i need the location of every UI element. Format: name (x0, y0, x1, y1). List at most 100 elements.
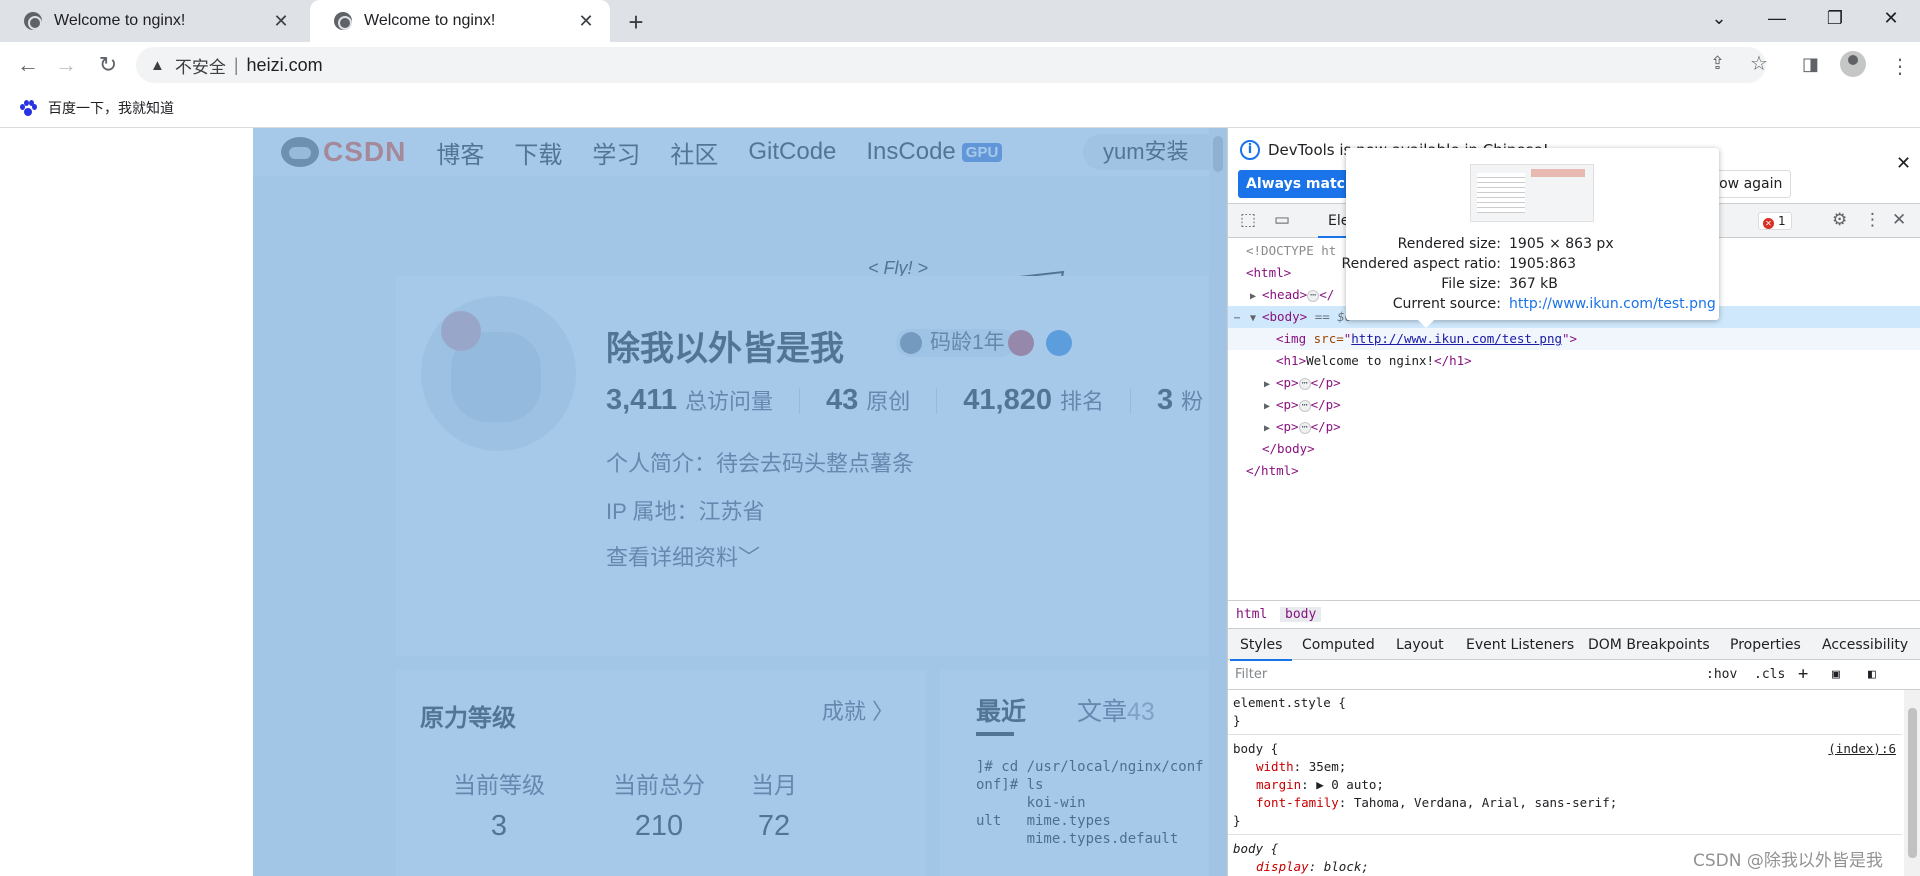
nav-inscode: InsCode GPU (866, 138, 1003, 166)
logo-text: CSDN (323, 136, 407, 167)
device-toolbar-icon[interactable]: ▭ (1274, 210, 1290, 230)
inspect-element-icon[interactable]: ⬚ (1240, 210, 1256, 230)
tab-computed[interactable]: Computed (1302, 637, 1375, 653)
prop-name: margin (1256, 777, 1302, 792)
settings-gear-icon[interactable]: ⚙ (1832, 210, 1847, 230)
new-tab-button[interactable]: + (622, 7, 650, 37)
tag-text: </ (1319, 287, 1335, 302)
tab-dom-breakpoints[interactable]: DOM Breakpoints (1588, 637, 1710, 653)
rule-divider (1228, 734, 1902, 735)
prop-name: display (1256, 859, 1309, 874)
tag-text: </body> (1262, 441, 1315, 456)
tooltip-row: Rendered aspect ratio: 1905:863 (1342, 254, 1719, 274)
profile-avatar-icon[interactable] (1840, 51, 1866, 77)
dom-body-close[interactable]: </body> (1228, 438, 1920, 460)
minimize-button[interactable]: — (1748, 0, 1806, 36)
prop-name: font-family (1256, 795, 1339, 810)
security-label[interactable]: 不安全 (175, 53, 226, 78)
tab-search-icon[interactable]: ⌄ (1690, 0, 1748, 36)
tab-styles[interactable]: Styles (1229, 637, 1294, 661)
terminal-line: ]# cd /usr/local/nginx/conf (976, 759, 1204, 775)
url-text[interactable]: heizi.com (247, 55, 323, 76)
crumb-body[interactable]: body (1280, 607, 1322, 622)
more-dots-icon[interactable]: ⋯ (1234, 308, 1250, 330)
tab-accessibility[interactable]: Accessibility (1822, 637, 1908, 653)
dom-img[interactable]: <img src="http://www.ikun.com/test.png"> (1228, 328, 1920, 350)
new-rule-icon[interactable]: + (1798, 664, 1808, 684)
share-icon[interactable]: ⇪ (1710, 53, 1725, 74)
paint-brush-icon[interactable]: ▣ (1832, 667, 1840, 682)
address-bar[interactable]: ▲ 不安全 | heizi.com ⇪ ☆ (136, 47, 1768, 83)
tag-text: <head> (1262, 287, 1308, 302)
tag-text: <html> (1246, 265, 1292, 280)
toggle-sidebar-icon[interactable]: ◧ (1868, 667, 1876, 682)
rule-ua-body-selector[interactable]: body { (1233, 840, 1278, 858)
dom-html-close[interactable]: </html> (1228, 460, 1920, 482)
scroll-thumb[interactable] (1908, 708, 1917, 858)
menu-icon[interactable]: ⋮ (1890, 54, 1910, 79)
tab-layout[interactable]: Layout (1396, 637, 1444, 653)
nav-blog: 博客 (436, 141, 485, 169)
tab-close-icon[interactable]: ✕ (271, 11, 291, 31)
browser-tab[interactable]: Welcome to nginx! ✕ (0, 0, 305, 42)
browser-tab-active[interactable]: Welcome to nginx! ✕ (310, 0, 610, 42)
back-button[interactable]: ← (12, 49, 44, 81)
rule-element-style[interactable]: element.style { (1233, 694, 1346, 712)
prop-value: : block; (1308, 859, 1369, 874)
baidu-paw-icon (20, 99, 37, 116)
collapse-arrow-icon[interactable]: ▼ (1250, 308, 1262, 330)
decl-font-family[interactable]: font-family: Tahoma, Verdana, Arial, san… (1256, 794, 1617, 812)
bookmark-star-icon[interactable]: ☆ (1750, 51, 1768, 76)
tag-text: </html> (1246, 463, 1299, 478)
collapsed-ellipsis[interactable]: ⋯ (1298, 378, 1311, 390)
tab-event-listeners[interactable]: Event Listeners (1466, 637, 1574, 653)
rule-source-link[interactable]: (index):6 (1828, 740, 1896, 758)
dom-h1[interactable]: <h1>Welcome to nginx!</h1> (1228, 350, 1920, 372)
forward-button[interactable]: → (50, 49, 82, 81)
collapsed-ellipsis[interactable]: ⋯ (1298, 400, 1311, 412)
expand-arrow-icon[interactable]: ▶ (1264, 396, 1276, 418)
crumb-html[interactable]: html (1236, 607, 1267, 622)
tab-properties[interactable]: Properties (1730, 637, 1801, 653)
gpu-badge: GPU (961, 143, 1003, 163)
bookmarks-bar: 百度一下，我就知道 (0, 88, 1920, 128)
expand-arrow-icon[interactable]: ▶ (1264, 374, 1276, 396)
expand-arrow-icon[interactable]: ▶ (1264, 418, 1276, 440)
image-preview-tooltip: Rendered size: 1905 × 863 px Rendered asp… (1342, 148, 1719, 328)
img-src-link[interactable]: http://www.ikun.com/test.png (1351, 331, 1562, 346)
styles-scrollbar[interactable] (1904, 690, 1920, 876)
dom-p[interactable]: ▶ <p> ⋯ </p> (1228, 416, 1920, 438)
tooltip-key: Rendered size: (1397, 236, 1501, 252)
level-col-value: 72 (757, 810, 791, 842)
profile-more-link: 查看详细资料﹀ (606, 545, 761, 570)
reload-button[interactable]: ↻ (92, 49, 124, 81)
error-count: 1 (1778, 214, 1786, 228)
error-count-badge[interactable]: ✕ 1 (1758, 212, 1792, 230)
bookmark-baidu[interactable]: 百度一下，我就知道 (48, 98, 174, 118)
tooltip-source-link[interactable]: http://www.ikun.com/test.png (1509, 294, 1716, 314)
dom-p[interactable]: ▶ <p> ⋯ </p> (1228, 372, 1920, 394)
article-count: 43 (1127, 698, 1155, 726)
tab-close-icon[interactable]: ✕ (576, 11, 596, 31)
close-infobar-icon[interactable]: ✕ (1896, 153, 1911, 174)
expand-arrow-icon[interactable]: ▶ (1250, 286, 1262, 308)
close-window-button[interactable]: ✕ (1862, 0, 1920, 36)
decl-margin[interactable]: margin: ▶ 0 auto; (1256, 776, 1384, 794)
collapsed-ellipsis[interactable]: ⋯ (1307, 290, 1320, 302)
close-devtools-icon[interactable]: ✕ (1892, 210, 1906, 230)
rule-body-selector[interactable]: body { (1233, 740, 1278, 758)
class-toggle[interactable]: .cls (1754, 667, 1785, 682)
collapsed-ellipsis[interactable]: ⋯ (1298, 422, 1311, 434)
tag-text: <body> (1262, 309, 1308, 324)
more-options-icon[interactable]: ⋮ (1864, 210, 1881, 230)
restore-button[interactable]: ❐ (1806, 0, 1864, 36)
dom-p[interactable]: ▶ <p> ⋯ </p> (1228, 394, 1920, 416)
error-icon: ✕ (1763, 218, 1774, 229)
decl-display[interactable]: display: block; (1256, 858, 1369, 876)
decl-width[interactable]: width: 35em; (1256, 758, 1346, 776)
filter-input[interactable]: Filter (1235, 667, 1267, 682)
sidebar-icon[interactable]: ◨ (1802, 54, 1819, 75)
hover-state-toggle[interactable]: :hov (1706, 667, 1737, 682)
prop-name: width (1256, 759, 1294, 774)
warning-icon[interactable]: ▲ (150, 57, 165, 74)
